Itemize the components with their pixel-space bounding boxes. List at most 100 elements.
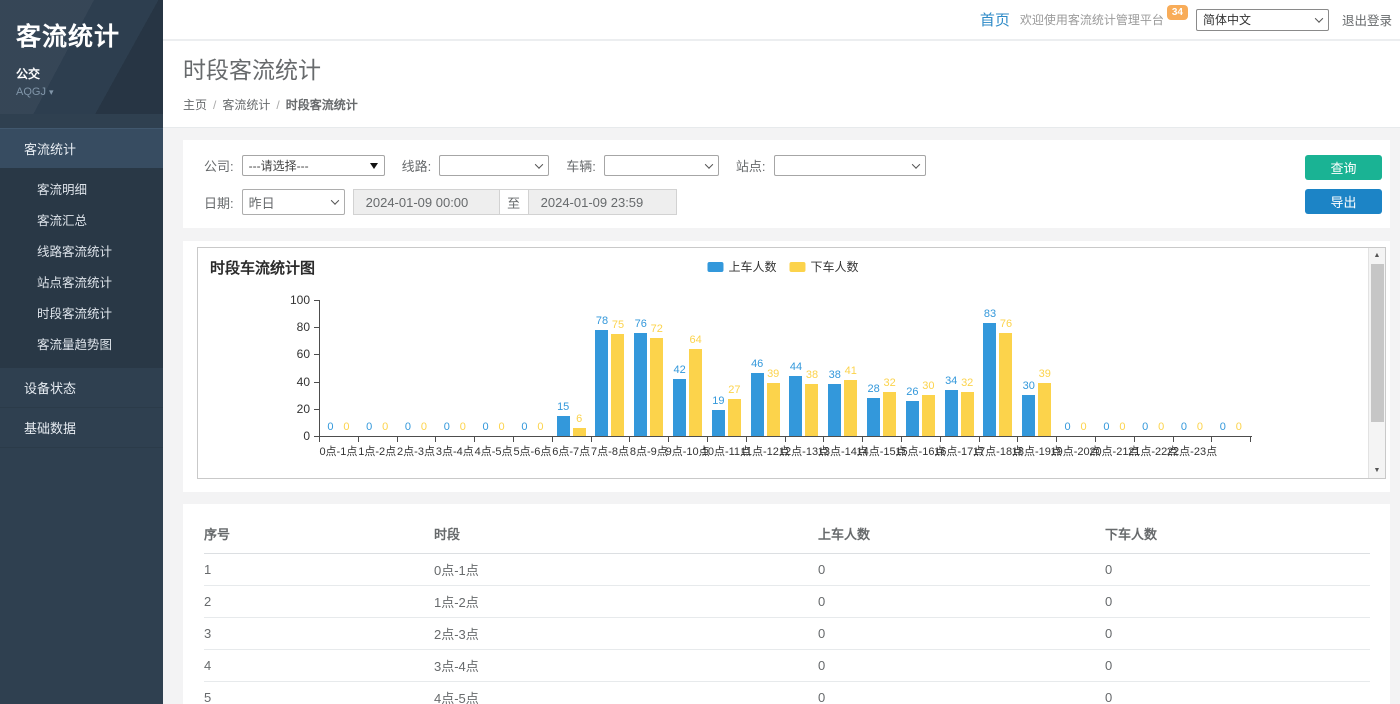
scroll-down-icon[interactable]: ▼ [1369, 463, 1386, 478]
bar-group: 00 [513, 300, 552, 436]
bar-group: 00 [358, 300, 397, 436]
company-select[interactable]: ---请选择--- [242, 155, 385, 176]
bar-group: 3039 [1017, 300, 1056, 436]
home-link[interactable]: 首页 [980, 9, 1010, 30]
sidebar-section-device-status[interactable]: 设备状态 [0, 368, 163, 408]
x-axis-category-label: 6点-7点 [552, 443, 590, 459]
table-cell: 0 [818, 554, 1105, 586]
table-cell: 0 [818, 650, 1105, 682]
x-axis-tick [940, 437, 941, 442]
logout-link[interactable]: 退出登录 [1342, 10, 1392, 29]
table-cell: 0点-1点 [434, 554, 818, 586]
scrollbar-thumb[interactable] [1371, 264, 1384, 422]
bar: 38 [828, 384, 841, 436]
x-axis-tick [979, 437, 980, 442]
legend-item[interactable]: 下车人数 [790, 258, 859, 275]
legend-item[interactable]: 上车人数 [707, 258, 776, 275]
scrollbar-track[interactable] [1369, 263, 1386, 463]
line-label: 线路: [402, 156, 432, 175]
station-select[interactable] [774, 155, 926, 176]
x-axis-tick [629, 437, 630, 442]
org-dropdown[interactable]: AQGJ▾ [16, 86, 147, 98]
date-to-input[interactable]: 2024-01-09 23:59 [528, 189, 677, 215]
breadcrumb-passenger-stats[interactable]: 客流统计 [222, 98, 270, 112]
bar: 78 [595, 330, 608, 436]
bar-group: 00 [474, 300, 513, 436]
sidebar-item-line-stats[interactable]: 线路客流统计 [0, 235, 163, 266]
sidebar-item-passenger-summary[interactable]: 客流汇总 [0, 204, 163, 235]
scroll-up-icon[interactable]: ▲ [1369, 248, 1386, 263]
y-axis-tick-label: 0 [276, 429, 310, 443]
breadcrumb-current: 时段客流统计 [286, 98, 358, 112]
brand-subtitle: 公交 [16, 65, 147, 82]
sidebar-item-station-stats[interactable]: 站点客流统计 [0, 266, 163, 297]
table-row: 43点-4点00 [204, 650, 1370, 682]
x-axis-tick [1250, 437, 1251, 442]
x-axis-tick [785, 437, 786, 442]
legend-swatch [707, 262, 723, 272]
table-header-cell: 上车人数 [818, 516, 1105, 554]
bar: 76 [634, 333, 647, 436]
x-axis-tick [746, 437, 747, 442]
period-stats-table: 序号时段上车人数下车人数 10点-1点0021点-2点0032点-3点0043点… [204, 516, 1370, 704]
y-axis-tick-label: 80 [276, 320, 310, 334]
company-select-value: ---请选择--- [249, 157, 309, 174]
bar: 64 [689, 349, 702, 436]
company-label: 公司: [204, 156, 234, 175]
table-panel: 序号时段上车人数下车人数 10点-1点0021点-2点0032点-3点0043点… [183, 504, 1390, 704]
bar: 39 [767, 383, 780, 436]
table-cell: 0 [818, 618, 1105, 650]
table-cell: 0 [818, 682, 1105, 704]
table-cell: 0 [1105, 682, 1370, 704]
language-select[interactable]: 简体中文 [1196, 9, 1329, 31]
x-axis-line [319, 436, 1252, 437]
table-header-cell: 序号 [204, 516, 434, 554]
bar: 46 [751, 373, 764, 436]
sidebar-section-base-data[interactable]: 基础数据 [0, 408, 163, 448]
sidebar-item-period-stats[interactable]: 时段客流统计 [0, 297, 163, 328]
chevron-down-icon [911, 160, 919, 168]
notification-badge[interactable]: 34 [1167, 5, 1188, 20]
table-cell: 0 [1105, 554, 1370, 586]
bar-group: 8376 [979, 300, 1018, 436]
table-row: 54点-5点00 [204, 682, 1370, 704]
table-cell: 3点-4点 [434, 650, 818, 682]
filter-row-selects: 公司: ---请选择--- 线路: 车辆: 站点: [204, 155, 1290, 176]
chevron-down-icon [535, 160, 543, 168]
chart-scrollbar[interactable]: ▲ ▼ [1368, 248, 1385, 478]
x-axis-category-label: 8点-9点 [630, 443, 668, 459]
filter-panel: 公司: ---请选择--- 线路: 车辆: 站点: [183, 140, 1390, 228]
date-from-input[interactable]: 2024-01-09 00:00 [353, 189, 500, 215]
x-axis-tick [1134, 437, 1135, 442]
sidebar-item-passenger-detail[interactable]: 客流明细 [0, 173, 163, 204]
x-axis-category-label: 4点-5点 [475, 443, 513, 459]
x-axis-tick [435, 437, 436, 442]
bar-value-label: 15 [546, 401, 580, 413]
date-preset-select[interactable]: 昨日 [242, 189, 345, 215]
line-select[interactable] [439, 155, 549, 176]
bar: 28 [867, 398, 880, 436]
bar-group: 3432 [940, 300, 979, 436]
x-axis-tick [397, 437, 398, 442]
breadcrumb-separator: / [276, 98, 279, 112]
bar: 38 [805, 384, 818, 436]
vehicle-select[interactable] [604, 155, 719, 176]
bar: 72 [650, 338, 663, 436]
sidebar-section-passenger-stats[interactable]: 客流统计 [0, 128, 163, 168]
page-title: 时段客流统计 [183, 51, 1380, 85]
table-row: 32点-3点00 [204, 618, 1370, 650]
x-axis-tick [1056, 437, 1057, 442]
query-button[interactable]: 查询 [1305, 155, 1382, 180]
station-label: 站点: [736, 156, 766, 175]
table-body: 10点-1点0021点-2点0032点-3点0043点-4点0054点-5点00… [204, 554, 1370, 704]
breadcrumb-home[interactable]: 主页 [183, 98, 207, 112]
x-axis-tick [358, 437, 359, 442]
table-header-row: 序号时段上车人数下车人数 [204, 516, 1370, 554]
sidebar: 客流统计 公交 AQGJ▾ 客流统计 客流明细 客流汇总 线路客流统计 站点客流… [0, 0, 163, 704]
x-axis-category-label: 5点-6点 [513, 443, 551, 459]
x-axis-tick [862, 437, 863, 442]
x-axis-category-label: 1点-2点 [358, 443, 396, 459]
language-select-value: 简体中文 [1203, 11, 1251, 28]
export-button[interactable]: 导出 [1305, 189, 1382, 214]
sidebar-item-trend-chart[interactable]: 客流量趋势图 [0, 328, 163, 359]
